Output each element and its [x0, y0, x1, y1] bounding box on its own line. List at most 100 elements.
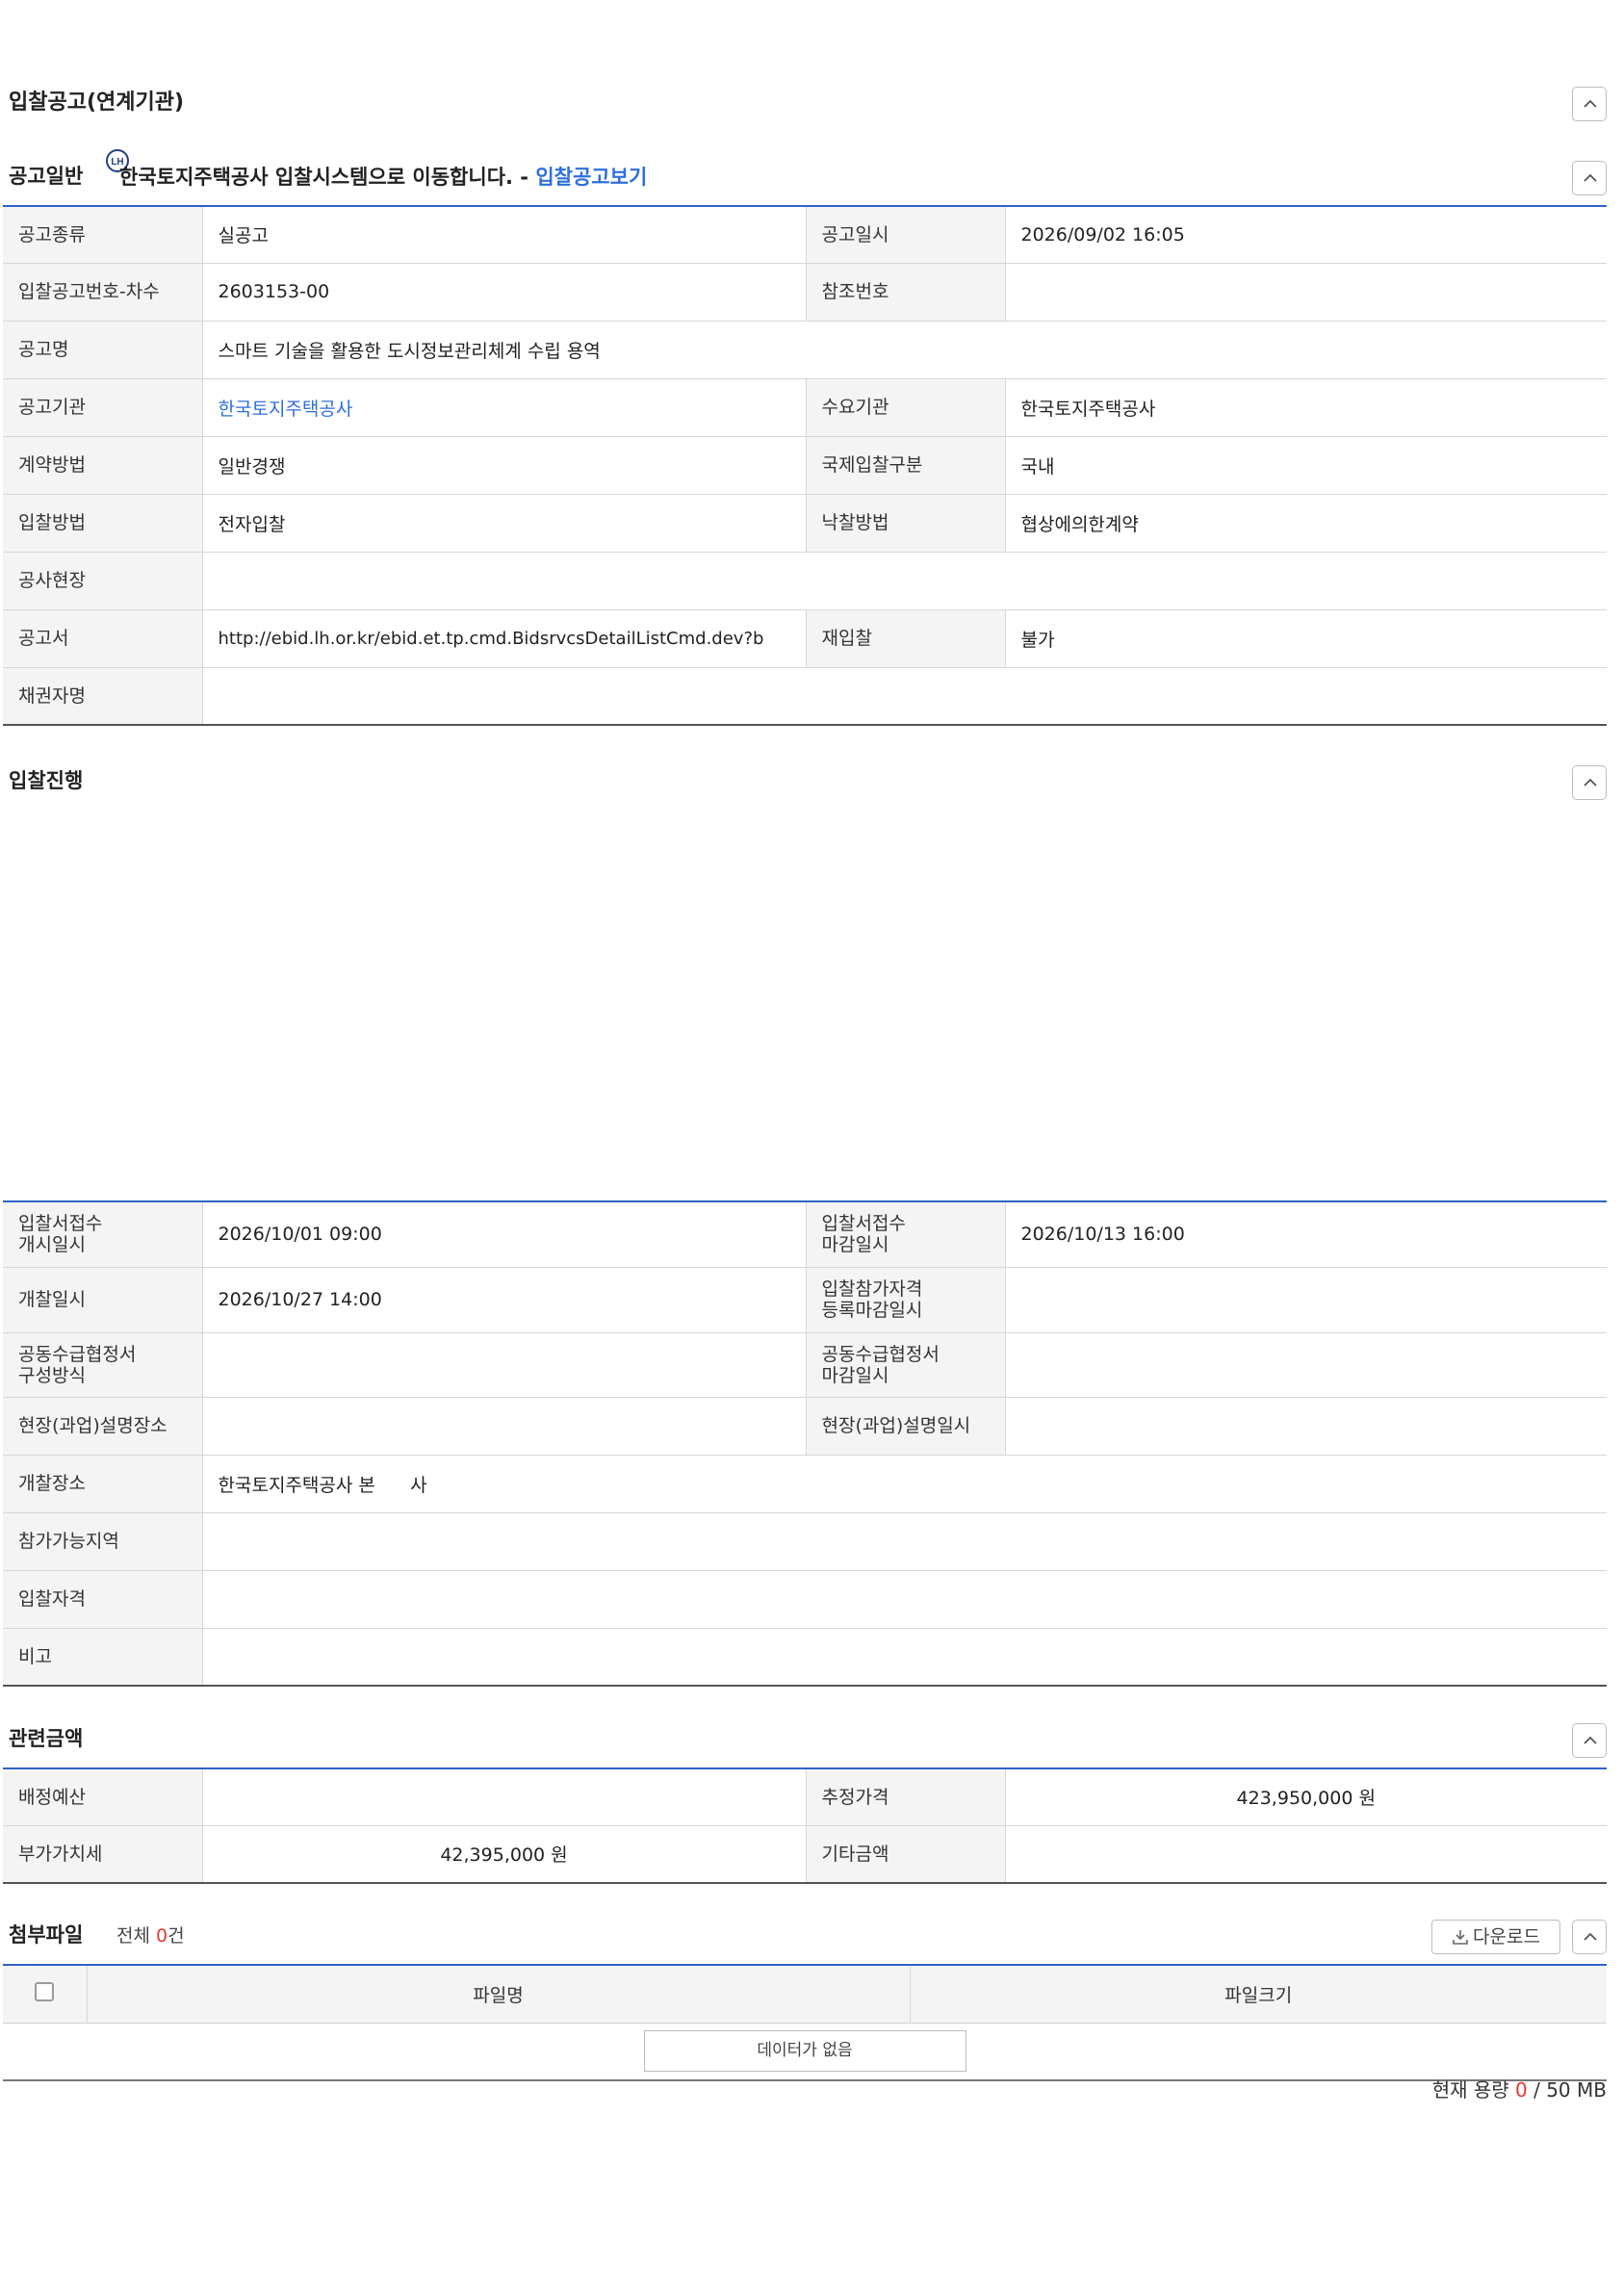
value-opening-date: 2026/10/27 14:00	[202, 1267, 806, 1333]
general-section-header: 공고일반 LH 한국토지주택공사 입찰시스템으로 이동합니다. - 입찰공고보기	[9, 149, 1607, 195]
label-notice-document: 공고서	[3, 609, 203, 668]
label-notice-number: 입찰공고번호-차수	[3, 263, 203, 322]
table-row: 배정예산 추정가격 423,950,000 원	[3, 1768, 1607, 1826]
progress-section-title: 입찰진행	[9, 769, 84, 792]
chevron-up-icon	[1584, 173, 1597, 182]
label-opening-place: 개찰장소	[3, 1455, 203, 1513]
file-count: 전체 0건	[116, 1922, 185, 1948]
label-joint-method: 공동수급협정서 구성방식	[3, 1332, 203, 1398]
progress-section-header: 입찰진행	[9, 761, 1607, 800]
capacity-used: 0	[1515, 2078, 1528, 2102]
table-row: 공고종류 실공고 공고일시 2026/09/02 16:05	[3, 206, 1607, 264]
file-count-prefix: 전체	[116, 1925, 156, 1947]
value-bid-method: 전자입찰	[202, 494, 806, 553]
download-icon	[1453, 1930, 1468, 1945]
label-bid-method: 입찰방법	[3, 494, 203, 553]
value-international-bid: 국내	[1005, 436, 1607, 495]
general-table: 공고종류 실공고 공고일시 2026/09/02 16:05 입찰공고번호-차수…	[3, 205, 1607, 726]
label-opening-date: 개찰일시	[3, 1267, 203, 1333]
label-remarks: 비고	[3, 1628, 203, 1686]
label-joint-deadline: 공동수급협정서 마감일시	[805, 1332, 1006, 1398]
value-briefing-date	[1005, 1397, 1607, 1456]
label-construction-site: 공사현장	[3, 552, 203, 610]
label-allocated-budget: 배정예산	[3, 1768, 203, 1826]
files-header-row: 파일명 파일크기	[3, 1965, 1607, 2024]
label-eligible-region: 참가가능지역	[3, 1512, 203, 1571]
label-vat: 부가가치세	[3, 1825, 203, 1883]
label-award-method: 낙찰방법	[805, 494, 1006, 553]
capacity-label: 현재 용량	[1431, 2078, 1516, 2102]
value-eligible-region	[202, 1512, 1607, 1571]
label-notice-date: 공고일시	[805, 206, 1006, 264]
table-row: 공고서 http://ebid.lh.or.kr/ebid.et.tp.cmd.…	[3, 609, 1607, 668]
value-notice-document[interactable]: http://ebid.lh.or.kr/ebid.et.tp.cmd.Bids…	[202, 609, 806, 668]
value-estimated-price: 423,950,000 원	[1005, 1768, 1607, 1826]
table-row: 개찰일시 2026/10/27 14:00 입찰참가자격 등록마감일시	[3, 1267, 1607, 1333]
amounts-table: 배정예산 추정가격 423,950,000 원 부가가치세 42,395,000…	[3, 1767, 1607, 1884]
view-notice-link[interactable]: 입찰공고보기	[535, 166, 647, 189]
value-submission-end: 2026/10/13 16:00	[1005, 1201, 1607, 1268]
amounts-section-title: 관련금액	[9, 1727, 84, 1750]
value-opening-place: 한국토지주택공사 본 사	[202, 1455, 1607, 1513]
collapse-page-button[interactable]	[1572, 87, 1607, 121]
table-row: 채권자명	[3, 667, 1607, 725]
empty-row: 데이터가 없음	[3, 2024, 1607, 2080]
value-contract-method: 일반경쟁	[202, 436, 806, 495]
download-button[interactable]: 다운로드	[1431, 1920, 1560, 1954]
table-row: 공고명 스마트 기술을 활용한 도시정보관리체계 수립 용역	[3, 321, 1607, 379]
column-file-size: 파일크기	[909, 1965, 1607, 2024]
value-notice-date: 2026/09/02 16:05	[1005, 206, 1607, 264]
files-section-title: 첨부파일	[9, 1923, 84, 1947]
label-rebid: 재입찰	[805, 609, 1006, 668]
label-notice-type: 공고종류	[3, 206, 203, 264]
collapse-general-button[interactable]	[1572, 161, 1607, 195]
value-demand-agency: 한국토지주택공사	[1005, 378, 1607, 437]
value-notice-agency: 한국토지주택공사	[202, 378, 806, 437]
value-bid-qualification	[202, 1570, 1607, 1629]
value-award-method: 협상에의한계약	[1005, 494, 1607, 553]
file-count-number: 0	[156, 1925, 168, 1947]
value-creditor-name	[202, 667, 1607, 725]
table-row: 입찰방법 전자입찰 낙찰방법 협상에의한계약	[3, 494, 1607, 553]
file-count-suffix: 건	[167, 1925, 185, 1947]
download-label: 다운로드	[1473, 1926, 1540, 1948]
value-submission-start: 2026/10/01 09:00	[202, 1201, 806, 1268]
collapse-progress-button[interactable]	[1572, 765, 1607, 800]
value-notice-type: 실공고	[202, 206, 806, 264]
page-title: 입찰공고(연계기관)	[9, 90, 185, 115]
value-reference-number	[1005, 263, 1607, 322]
label-contract-method: 계약방법	[3, 436, 203, 495]
label-reference-number: 참조번호	[805, 263, 1006, 322]
storage-capacity: 현재 용량 0 / 50 MB	[1432, 2075, 1607, 2103]
collapse-files-button[interactable]	[1572, 1920, 1607, 1954]
empty-message: 데이터가 없음	[643, 2030, 966, 2073]
table-row: 공사현장	[3, 552, 1607, 610]
chevron-up-icon	[1584, 1736, 1597, 1744]
value-qualification-deadline	[1005, 1267, 1607, 1333]
page-header: 입찰공고(연계기관)	[9, 83, 1607, 121]
label-briefing-date: 현장(과업)설명일시	[805, 1397, 1006, 1456]
value-vat: 42,395,000 원	[440, 1845, 568, 1867]
value-allocated-budget	[202, 1768, 806, 1826]
table-row: 참가가능지역	[3, 1512, 1607, 1571]
chevron-up-icon	[1584, 99, 1597, 108]
label-international-bid: 국제입찰구분	[805, 436, 1006, 495]
table-row: 계약방법 일반경쟁 국제입찰구분 국내	[3, 436, 1607, 495]
label-other-amount: 기타금액	[805, 1825, 1006, 1883]
table-row: 입찰공고번호-차수 2603153-00 참조번호	[3, 263, 1607, 322]
chevron-up-icon	[1584, 778, 1597, 787]
label-demand-agency: 수요기관	[805, 378, 1006, 437]
value-other-amount	[1005, 1825, 1607, 1883]
collapse-amounts-button[interactable]	[1572, 1723, 1607, 1758]
select-all-cell	[3, 1965, 87, 2024]
select-all-checkbox[interactable]	[35, 1982, 55, 2001]
progress-table: 입찰서접수 개시일시 2026/10/01 09:00 입찰서접수 마감일시 2…	[3, 1200, 1607, 1687]
agency-link[interactable]: 한국토지주택공사	[219, 399, 353, 420]
table-row: 입찰서접수 개시일시 2026/10/01 09:00 입찰서접수 마감일시 2…	[3, 1201, 1607, 1268]
value-construction-site	[202, 552, 1607, 610]
label-notice-agency: 공고기관	[3, 378, 203, 437]
value-joint-method	[202, 1332, 806, 1398]
redirect-text: 한국토지주택공사 입찰시스템으로 이동합니다. -	[119, 166, 536, 189]
value-joint-deadline	[1005, 1332, 1607, 1398]
value-rebid: 불가	[1005, 609, 1607, 668]
